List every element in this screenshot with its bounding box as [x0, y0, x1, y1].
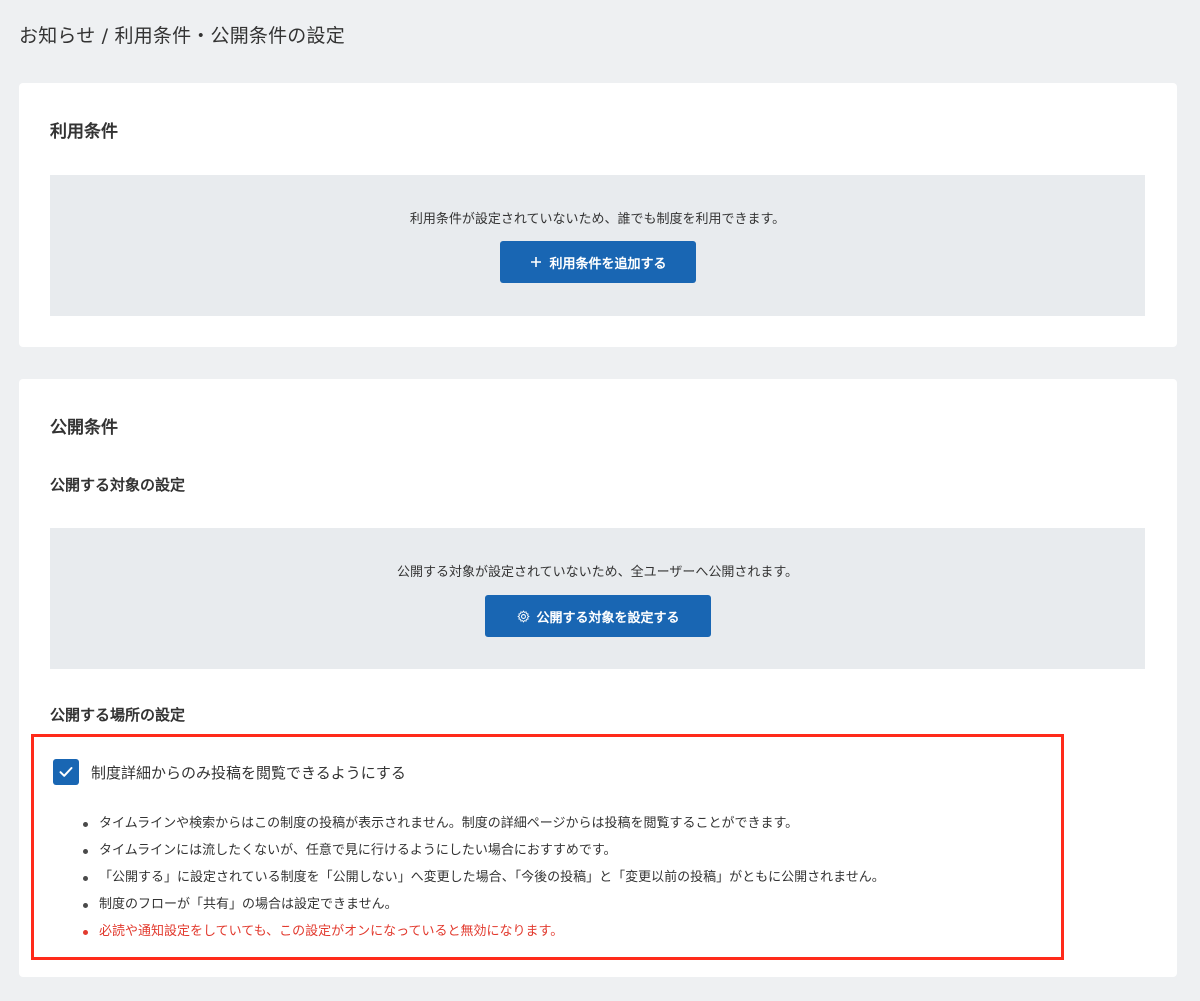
add-terms-button[interactable]: 利用条件を追加する	[500, 241, 696, 283]
detail-only-checkbox[interactable]	[53, 759, 79, 785]
notes-list: タイムラインや検索からはこの制度の投稿が表示されません。制度の詳細ページからは投…	[83, 815, 885, 950]
bullet-icon	[83, 930, 88, 935]
set-publish-target-button[interactable]: 公開する対象を設定する	[485, 595, 711, 637]
highlight-frame: 制度詳細からのみ投稿を閲覧できるようにする タイムラインや検索からはこの制度の投…	[31, 734, 1064, 960]
terms-empty-message: 利用条件が設定されていないため、誰でも制度を利用できます。	[409, 212, 786, 227]
note-item: 制度のフローが「共有」の場合は設定できません。	[83, 896, 885, 923]
note-item-warning: 必読や通知設定をしていても、この設定がオンになっていると無効になります。	[83, 923, 885, 950]
page-title: お知らせ / 利用条件・公開条件の設定	[19, 25, 345, 47]
publish-target-empty-message: 公開する対象が設定されていないため、全ユーザーへ公開されます。	[396, 565, 799, 580]
note-item: タイムラインや検索からはこの制度の投稿が表示されません。制度の詳細ページからは投…	[83, 815, 885, 842]
bullet-icon	[83, 822, 88, 827]
detail-only-checkbox-label[interactable]: 制度詳細からのみ投稿を閲覧できるようにする	[91, 762, 406, 783]
note-text: タイムラインには流したくないが、任意で見に行けるようにしたい場合におすすめです。	[99, 843, 617, 858]
note-text-warning: 必読や通知設定をしていても、この設定がオンになっていると無効になります。	[99, 924, 564, 939]
plus-icon	[529, 255, 543, 269]
bullet-icon	[83, 903, 88, 908]
note-text: 「公開する」に設定されている制度を「公開しない」へ変更した場合、「今後の投稿」と…	[99, 870, 885, 885]
checkmark-icon	[59, 766, 73, 778]
add-terms-button-label: 利用条件を追加する	[549, 256, 667, 272]
bullet-icon	[83, 849, 88, 854]
publish-location-heading: 公開する場所の設定	[50, 706, 186, 724]
note-text: 制度のフローが「共有」の場合は設定できません。	[99, 897, 398, 912]
publish-heading: 公開条件	[50, 418, 118, 438]
detail-only-checkbox-row[interactable]: 制度詳細からのみ投稿を閲覧できるようにする	[53, 759, 406, 785]
terms-empty-box: 利用条件が設定されていないため、誰でも制度を利用できます。 利用条件を追加する	[50, 175, 1145, 316]
terms-heading: 利用条件	[50, 122, 118, 142]
note-text: タイムラインや検索からはこの制度の投稿が表示されません。制度の詳細ページからは投…	[99, 816, 799, 831]
set-publish-target-button-label: 公開する対象を設定する	[536, 610, 680, 626]
publish-target-empty-box: 公開する対象が設定されていないため、全ユーザーへ公開されます。 公開する対象を設…	[50, 528, 1145, 669]
gear-icon	[516, 609, 530, 623]
bullet-icon	[83, 876, 88, 881]
publish-target-heading: 公開する対象の設定	[50, 476, 186, 494]
note-item: タイムラインには流したくないが、任意で見に行けるようにしたい場合におすすめです。	[83, 842, 885, 869]
note-item: 「公開する」に設定されている制度を「公開しない」へ変更した場合、「今後の投稿」と…	[83, 869, 885, 896]
terms-card: 利用条件 利用条件が設定されていないため、誰でも制度を利用できます。 利用条件を…	[19, 83, 1177, 347]
